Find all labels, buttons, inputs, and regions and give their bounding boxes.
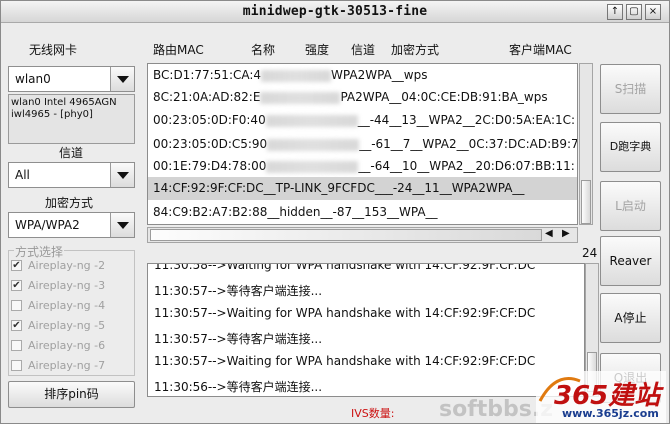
method-group: 方式选择 ✔ Aireplay-ng -2 ✔ Aireplay-ng -3 Air… — [8, 243, 135, 376]
redacted-blur — [266, 160, 359, 173]
encryption-label: 加密方式 — [45, 196, 94, 210]
channel-select[interactable]: All — [8, 162, 135, 188]
network-row-selected[interactable]: 14:CF:92:9F:CF:DC__TP-LINK_9FCFDC___-24_… — [148, 177, 577, 200]
header-router-mac: 路由MAC — [153, 43, 204, 57]
network-list[interactable]: BC:D1:77:51:CA:4 WPA2WPA__wps 8C:21:0A:AD… — [147, 63, 578, 225]
checkbox-empty-icon[interactable] — [11, 300, 22, 311]
chevron-down-icon[interactable] — [110, 67, 134, 91]
chevron-down-icon[interactable] — [110, 163, 134, 187]
ivs-count-label: IVS数量: — [351, 407, 395, 420]
header-channel: 信道 — [351, 43, 376, 57]
wireless-card-select[interactable]: wlan0 — [8, 66, 135, 92]
scroll-thumb[interactable] — [581, 180, 591, 224]
adapter-info-line: wlan0 Intel 4965AGN — [11, 97, 117, 108]
network-row[interactable]: 00:23:05:0D:F0:40 __-44__13__WPA2__2C:D0:… — [148, 109, 577, 132]
wireless-card-value: wlan0 — [15, 72, 51, 86]
wireless-card-label: 无线网卡 — [29, 43, 78, 57]
app-window: minidwep-gtk-30513-fine ↑ ▢ × 无线网卡 wlan0… — [0, 0, 670, 424]
channel-label: 信道 — [59, 146, 84, 160]
scroll-thumb[interactable] — [150, 229, 542, 241]
network-count: 24 — [582, 246, 598, 260]
sort-pin-button[interactable]: 排序pin码 — [8, 381, 135, 408]
chevron-down-icon[interactable] — [110, 213, 134, 237]
encryption-value: WPA/WPA2 — [15, 218, 80, 232]
header-client-mac: 客户端MAC — [509, 43, 572, 57]
checkbox-check-icon[interactable]: ✔ — [11, 320, 22, 331]
log-line: 11:30:58-->Waiting for WPA handshake wit… — [154, 263, 536, 272]
close-button[interactable]: × — [645, 4, 661, 20]
log-view[interactable]: 11:30:58-->Waiting for WPA handshake wit… — [147, 263, 585, 397]
log-line: 11:30:57-->Waiting for WPA handshake wit… — [154, 354, 536, 368]
redacted-blur — [265, 114, 358, 127]
redacted-blur — [260, 91, 341, 104]
arrow-right-icon[interactable]: ▶ — [562, 228, 570, 239]
network-row[interactable]: 8C:21:0A:AD:82:E PA2WPA__04:0C:CE:DB:91:B… — [148, 86, 577, 109]
reaver-button[interactable]: Reaver — [600, 236, 661, 286]
maximize-button[interactable]: ▢ — [626, 4, 642, 20]
arrow-left-icon[interactable]: ◀ — [545, 228, 553, 239]
checkbox-check-icon[interactable]: ✔ — [11, 260, 22, 271]
checkbox-empty-icon[interactable] — [11, 360, 22, 371]
redacted-blur — [261, 69, 332, 82]
network-row[interactable]: 84:C9:B2:A7:B2:88__hidden__-87__153__WPA… — [148, 201, 577, 224]
adapter-info: wlan0 Intel 4965AGN iwl4965 - [phy0] — [8, 94, 135, 144]
watermark-365jz: 365建站 www.365jz.com — [536, 371, 666, 423]
log-line: 11:30:57-->等待客户端连接... — [154, 332, 323, 346]
window-title: minidwep-gtk-30513-fine — [242, 4, 428, 19]
network-list-vscrollbar[interactable] — [579, 63, 593, 225]
encryption-select[interactable]: WPA/WPA2 — [8, 212, 135, 238]
checkbox-check-icon[interactable]: ✔ — [11, 280, 22, 291]
checkbox-empty-icon[interactable] — [11, 340, 22, 351]
method-group-title: 方式选择 — [14, 243, 65, 260]
title-bar: minidwep-gtk-30513-fine ↑ ▢ × — [1, 1, 669, 23]
start-button[interactable]: L启动 — [600, 181, 661, 231]
network-row[interactable]: 00:23:05:0D:C5:90 __-61__7__WPA2__0C:37:D… — [148, 133, 577, 156]
log-line: 11:30:57-->Waiting for WPA handshake wit… — [154, 306, 536, 320]
channel-value: All — [15, 168, 30, 182]
scan-button[interactable]: S扫描 — [600, 64, 661, 114]
header-strength: 强度 — [305, 43, 330, 57]
log-line: 11:30:57-->等待客户端连接... — [154, 284, 323, 298]
redacted-blur — [267, 138, 360, 151]
log-line: 11:30:56-->等待客户端连接... — [154, 380, 323, 394]
network-row[interactable]: BC:D1:77:51:CA:4 WPA2WPA__wps — [148, 64, 577, 87]
stop-button[interactable]: A停止 — [600, 293, 661, 343]
dictionary-button[interactable]: D跑字典 — [600, 122, 661, 172]
header-name: 名称 — [251, 43, 276, 57]
watermark-url: www.365jz.com — [562, 407, 659, 420]
header-encryption: 加密方式 — [391, 43, 440, 57]
minimize-button[interactable]: ↑ — [607, 4, 623, 20]
network-list-hscrollbar[interactable]: ◀ ▶ — [147, 227, 578, 243]
network-row[interactable]: 00:1E:79:D4:78:00 __-64__10__WPA2__20:D6:… — [148, 155, 577, 178]
adapter-info-line: iwl4965 - [phy0] — [11, 109, 93, 120]
